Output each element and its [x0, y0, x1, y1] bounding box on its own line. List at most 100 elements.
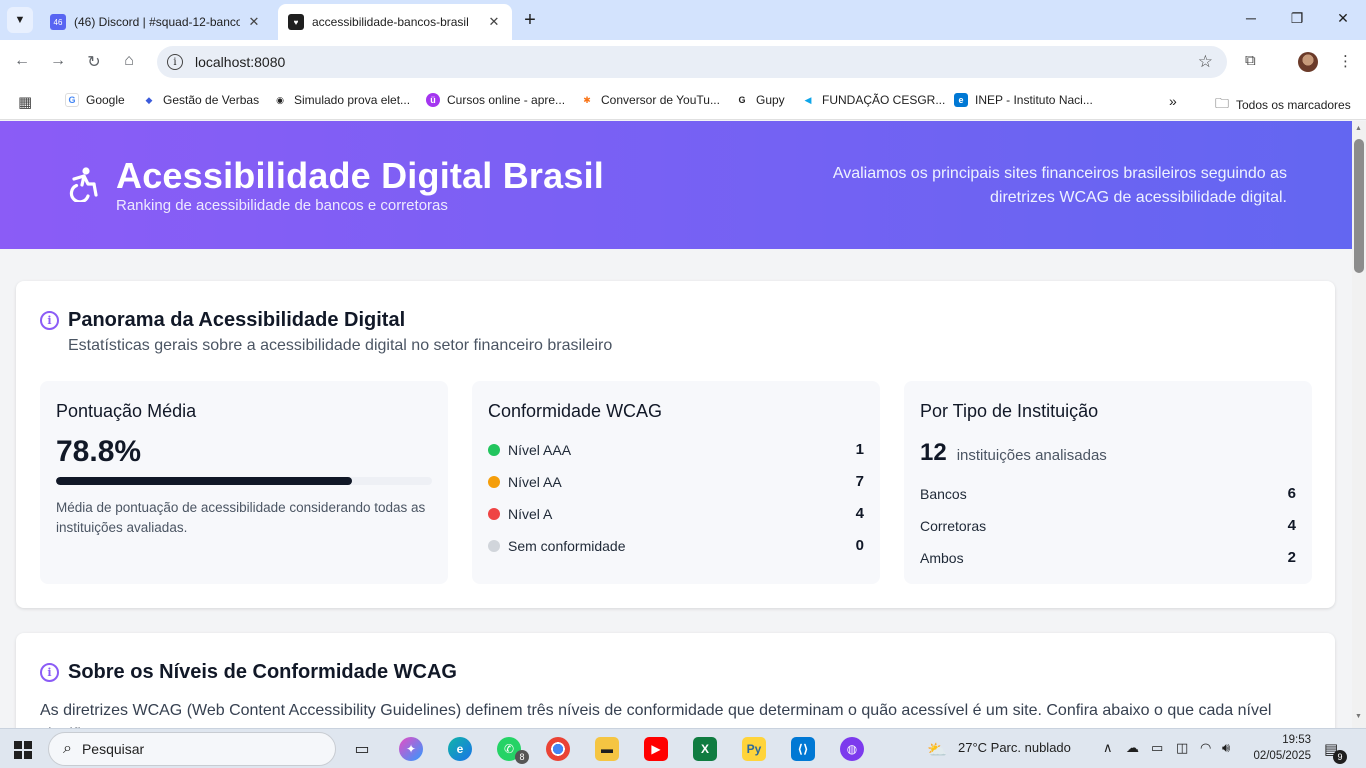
bookmark-fundacao[interactable]: ◀ FUNDAÇÃO CESGR... [801, 93, 945, 107]
site-info-icon[interactable]: i [167, 54, 183, 70]
meet-icon[interactable]: ◫ [1176, 740, 1188, 756]
bookmark-gestao-verbas[interactable]: ◆ Gestão de Verbas [142, 93, 259, 107]
status-dot [488, 475, 500, 488]
extensions-icon[interactable]: ⧉ [1245, 52, 1256, 69]
back-button[interactable]: ← [12, 52, 32, 70]
address-bar[interactable]: i localhost:8080 ☆ [157, 46, 1227, 78]
profile-avatar[interactable] [1298, 52, 1318, 72]
tab-title: accessibilidade-bancos-brasil [312, 15, 469, 29]
battery-icon[interactable]: ▭ [1151, 740, 1163, 756]
wcag-level-row: Nível AAA 1 [488, 441, 864, 458]
bookmark-gupy[interactable]: G Gupy [735, 93, 785, 107]
bookmark-conversor[interactable]: ✱ Conversor de YouTu... [580, 93, 720, 107]
wcag-level-row: Nível AA 7 [488, 473, 864, 490]
average-score-heading: Pontuação Média [56, 401, 197, 421]
menu-icon[interactable]: ⋮ [1338, 52, 1353, 70]
waveform-icon: ✱ [580, 93, 594, 107]
windows-start-icon[interactable] [14, 741, 32, 759]
institution-type-panel: Por Tipo de Instituição 12 instituições … [904, 381, 1312, 584]
wcag-level-row: Sem conformidade 0 [488, 537, 864, 554]
diamond-icon: ◆ [142, 93, 156, 107]
weather-text[interactable]: 27°C Parc. nublado [958, 740, 1071, 755]
url-text: localhost:8080 [195, 54, 286, 70]
average-score-note: Média de pontuação de acessibilidade con… [56, 500, 426, 535]
globe-icon: ◉ [273, 93, 287, 107]
python-icon[interactable]: Py [742, 737, 766, 761]
site-title: Acessibilidade Digital Brasil [116, 155, 604, 196]
cloud-icon[interactable]: ☁ [1126, 740, 1139, 756]
forward-button[interactable]: → [48, 52, 68, 70]
heart-icon: ♥ [288, 14, 304, 30]
task-view-icon[interactable]: ▭ [350, 737, 374, 761]
search-icon: ⌕ [63, 740, 72, 757]
all-bookmarks-button[interactable]: 🗀 Todos os marcadores [1215, 93, 1351, 117]
institution-type-row: Bancos 6 [920, 485, 1296, 502]
browser-toolbar: ← → ↻ ⌂ i localhost:8080 ☆ ⧉ ⋮ [0, 40, 1366, 84]
tray-chevron-up-icon[interactable]: ∧ [1103, 740, 1113, 756]
wcag-levels-card: i Sobre os Níveis de Conformidade WCAG A… [16, 633, 1335, 728]
accessibility-icon [69, 167, 98, 202]
github-icon[interactable]: ◍ [840, 737, 864, 761]
volume-icon[interactable]: 🔊︎ [1222, 740, 1230, 756]
restore-button[interactable]: ❐ [1287, 10, 1307, 27]
average-score-panel: Pontuação Média 78.8% Média de pontuação… [40, 381, 448, 584]
info-icon: i [40, 663, 59, 682]
institution-type-row: Corretoras 4 [920, 517, 1296, 534]
average-score-progress-fill [56, 477, 353, 485]
tab-discord[interactable]: 46 (46) Discord | #squad-12-banco ✕ [40, 4, 272, 40]
panorama-card: i Panorama da Acessibilidade Digital Est… [16, 281, 1335, 608]
system-clock[interactable]: 19:53 02/05/2025 [1249, 732, 1311, 764]
vscode-icon[interactable]: ⟨⟩ [791, 737, 815, 761]
apps-grid-icon[interactable]: ▦ [18, 93, 32, 111]
close-icon[interactable]: ✕ [246, 14, 262, 30]
scroll-up-arrow-icon[interactable]: ▲ [1355, 125, 1362, 132]
bookmark-simulado[interactable]: ◉ Simulado prova elet... [273, 93, 410, 107]
status-dot [488, 507, 500, 520]
scrollbar-thumb[interactable] [1354, 139, 1364, 273]
udemy-icon: ü [426, 93, 440, 107]
tab-accessibilidade[interactable]: ♥ accessibilidade-bancos-brasil ✕ [278, 4, 512, 40]
reload-button[interactable]: ↻ [84, 52, 104, 72]
arrow-icon: ◀ [801, 93, 815, 107]
notification-badge: 9 [1333, 750, 1347, 764]
whatsapp-badge: 8 [515, 750, 529, 764]
institutions-total: 12 instituições analisadas [920, 439, 1107, 466]
bookmark-google[interactable]: G Google [65, 93, 125, 107]
copilot-icon[interactable]: ✦ [399, 737, 423, 761]
bookmarks-bar: ▦ G Google ◆ Gestão de Verbas ◉ Simulado… [0, 84, 1366, 120]
bookmark-inep[interactable]: e INEP - Instituto Naci... [954, 93, 1093, 107]
average-score-value: 78.8% [56, 435, 142, 468]
weather-icon[interactable]: ⛅ [927, 740, 947, 760]
panorama-subtitle: Estatísticas gerais sobre a acessibilida… [68, 337, 613, 354]
edge-icon: e [954, 93, 968, 107]
excel-icon[interactable]: X [693, 737, 717, 761]
gupy-icon: G [735, 93, 749, 107]
institution-type-heading: Por Tipo de Instituição [920, 401, 1099, 421]
youtube-icon[interactable]: ▶ [644, 737, 668, 761]
site-description: Avaliamos os principais sites financeiro… [832, 165, 1287, 206]
wcag-levels-title: Sobre os Níveis de Conformidade WCAG [68, 661, 457, 683]
home-button[interactable]: ⌂ [119, 52, 139, 70]
close-icon[interactable]: ✕ [486, 14, 502, 30]
bookmark-star-icon[interactable]: ☆ [1198, 52, 1213, 72]
new-tab-button[interactable]: + [518, 10, 542, 30]
folder-icon: 🗀 [1215, 95, 1229, 111]
wifi-icon[interactable]: ◠ [1200, 740, 1211, 756]
google-icon: G [65, 93, 79, 107]
windows-taskbar: ⌕ Pesquisar ▭ ✦ e ✆ 8 ▬ ▶ X Py ⟨⟩ ◍ ⛅ 27… [0, 728, 1366, 768]
file-explorer-icon[interactable]: ▬ [595, 737, 619, 761]
minimize-button[interactable]: ─ [1241, 10, 1261, 26]
browser-tab-bar: ▼ 46 (46) Discord | #squad-12-banco ✕ ♥ … [0, 0, 1366, 40]
edge-icon[interactable]: e [448, 737, 472, 761]
wcag-levels-intro: As diretrizes WCAG (Web Content Accessib… [40, 702, 1272, 728]
chrome-icon[interactable] [546, 737, 570, 761]
close-window-button[interactable]: ✕ [1333, 10, 1353, 27]
scroll-down-arrow-icon[interactable]: ▼ [1355, 713, 1362, 720]
taskbar-search[interactable]: ⌕ Pesquisar [48, 732, 336, 766]
tab-search-button[interactable]: ▼ [7, 7, 33, 33]
status-dot [488, 539, 500, 552]
wcag-level-row: Nível A 4 [488, 505, 864, 522]
bookmark-cursos[interactable]: ü Cursos online - apre... [426, 93, 565, 107]
page-scrollbar[interactable]: ▲ ▼ [1352, 121, 1366, 728]
more-bookmarks-chevron-icon[interactable]: » [1169, 93, 1177, 109]
